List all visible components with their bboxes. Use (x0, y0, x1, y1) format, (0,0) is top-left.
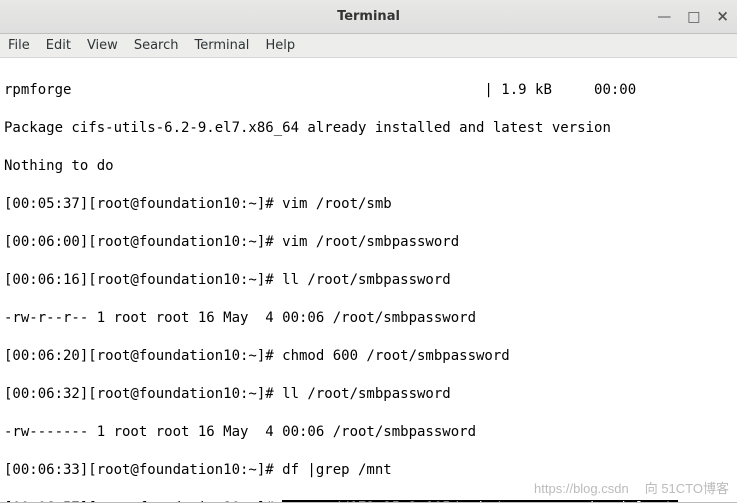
output-line: [00:06:32][root@foundation10:~]# ll /roo… (4, 385, 733, 404)
menu-terminal[interactable]: Terminal (194, 38, 249, 53)
window-title: Terminal (0, 9, 737, 24)
highlighted-command: mount //172.25.2.105/wzj /mnt -o credent… (282, 500, 678, 502)
output-line: [00:06:20][root@foundation10:~]# chmod 6… (4, 347, 733, 366)
minimize-icon[interactable]: — (657, 10, 671, 24)
output-line: [00:06:16][root@foundation10:~]# ll /roo… (4, 271, 733, 290)
output-line: [00:06:33][root@foundation10:~]# df |gre… (4, 461, 733, 480)
watermark-text: 向 51CTO博客 (645, 479, 729, 498)
menu-edit[interactable]: Edit (46, 38, 71, 53)
output-line: Nothing to do (4, 157, 733, 176)
terminal-output[interactable]: rpmforge | 1.9 kB 00:00 Package cifs-uti… (0, 58, 737, 502)
output-line: [00:06:57][root@foundation10:~]# mount /… (4, 499, 733, 502)
terminal-window: Terminal — □ × File Edit View Search Ter… (0, 0, 737, 503)
titlebar[interactable]: Terminal — □ × (0, 0, 737, 34)
menu-file[interactable]: File (8, 38, 30, 53)
menu-view[interactable]: View (87, 38, 118, 53)
output-line: rpmforge | 1.9 kB 00:00 (4, 81, 733, 100)
close-icon[interactable]: × (716, 9, 729, 24)
watermark-text: https://blog.csdn (534, 479, 629, 498)
output-line: -rw-r--r-- 1 root root 16 May 4 00:06 /r… (4, 309, 733, 328)
menu-search[interactable]: Search (134, 38, 179, 53)
window-controls: — □ × (657, 9, 729, 24)
menubar: File Edit View Search Terminal Help (0, 34, 737, 58)
output-line: Package cifs-utils-6.2-9.el7.x86_64 alre… (4, 119, 733, 138)
output-line: [00:06:00][root@foundation10:~]# vim /ro… (4, 233, 733, 252)
output-line: [00:05:37][root@foundation10:~]# vim /ro… (4, 195, 733, 214)
output-line: -rw------- 1 root root 16 May 4 00:06 /r… (4, 423, 733, 442)
maximize-icon[interactable]: □ (687, 10, 700, 24)
watermark: https://blog.csdn 向 51CTO博客 (534, 479, 729, 498)
prompt-text: [00:06:57][root@foundation10:~]# (4, 500, 282, 502)
menu-help[interactable]: Help (265, 38, 295, 53)
